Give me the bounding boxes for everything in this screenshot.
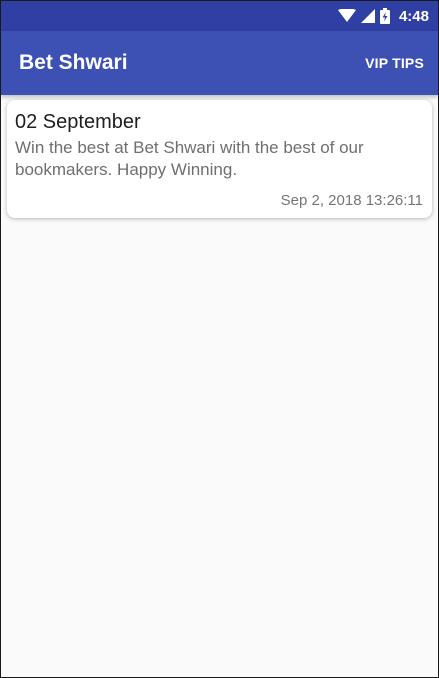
post-body: Win the best at Bet Shwari with the best… xyxy=(15,138,364,179)
vip-tips-button[interactable]: VIP TIPS xyxy=(365,31,424,95)
status-bar: 4:48 xyxy=(1,1,438,31)
signal-icon xyxy=(360,9,375,23)
app-title: Bet Shwari xyxy=(19,51,128,74)
app-screen: 4:48 Bet Shwari VIP TIPS 02 September Wi… xyxy=(0,0,439,678)
post-card[interactable]: 02 September Win the best at Bet Shwari … xyxy=(7,100,432,218)
battery-charging-icon xyxy=(379,8,390,24)
post-timestamp: Sep 2, 2018 13:26:11 xyxy=(280,192,423,209)
wifi-icon xyxy=(337,9,356,22)
app-bar: Bet Shwari VIP TIPS xyxy=(1,31,438,95)
status-icons: 4:48 xyxy=(337,1,429,31)
status-time: 4:48 xyxy=(398,7,429,25)
post-title: 02 September xyxy=(15,111,141,133)
